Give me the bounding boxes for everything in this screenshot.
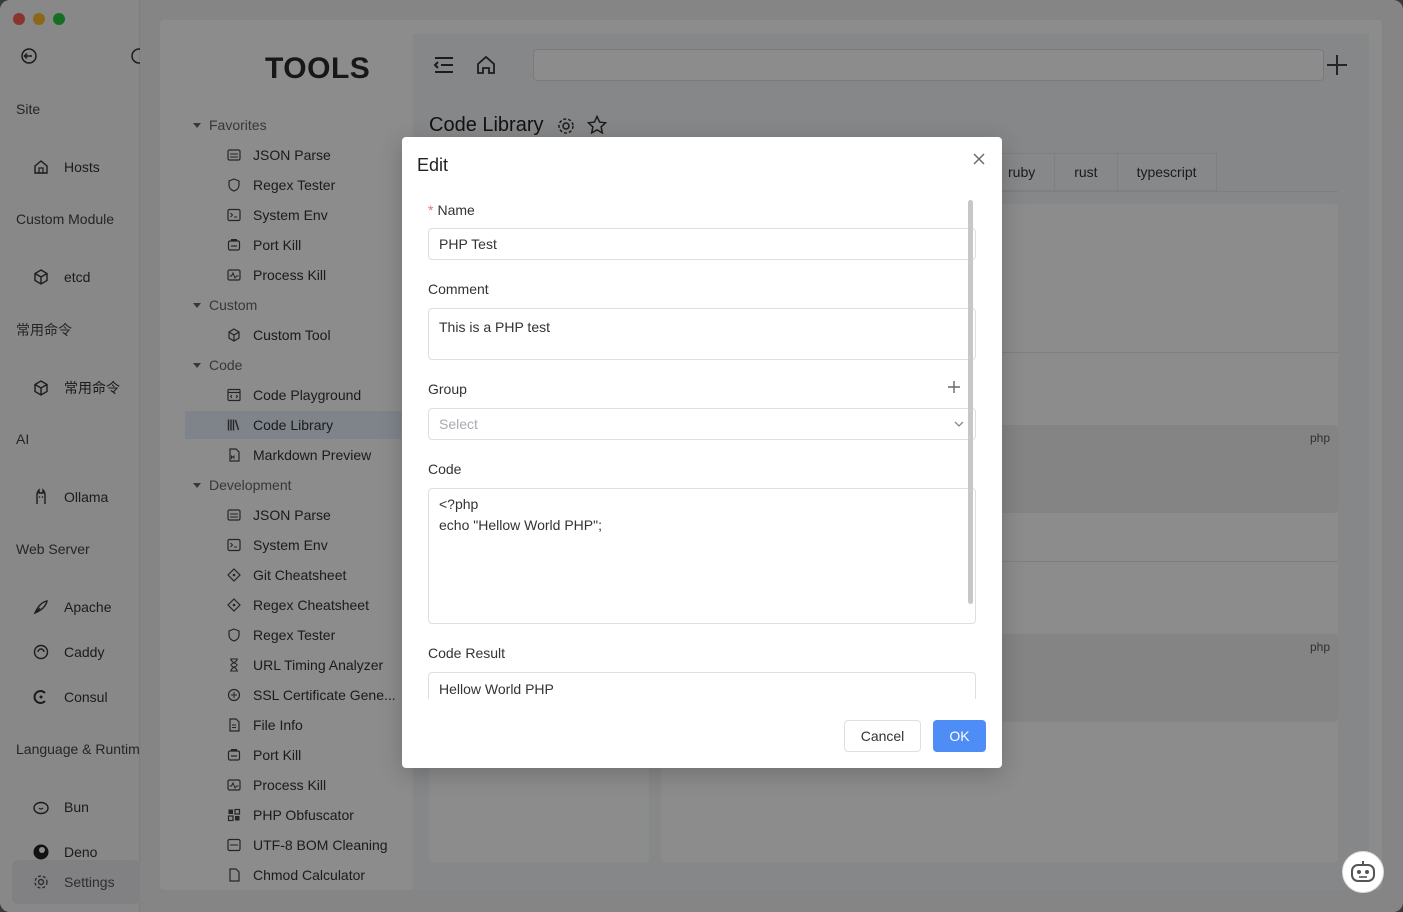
chevron-down-icon — [954, 421, 964, 427]
plus-icon[interactable] — [947, 380, 961, 394]
dialog-form: *Name Comment This is a PHP test Group S… — [428, 199, 976, 699]
comment-label: Comment — [428, 281, 489, 297]
code-result-label: Code Result — [428, 645, 506, 661]
select-placeholder: Select — [439, 416, 478, 432]
code-label: Code — [428, 461, 462, 477]
dialog-scrollbar[interactable] — [968, 200, 973, 604]
code-textarea[interactable]: <?php echo "Hellow World PHP"; — [428, 488, 976, 624]
edit-dialog: Edit *Name Comment This is a PHP test Gr… — [402, 137, 1002, 768]
robot-icon — [1351, 861, 1375, 882]
ok-button[interactable]: OK — [933, 720, 986, 752]
comment-textarea[interactable]: This is a PHP test — [428, 308, 976, 360]
close-icon[interactable] — [972, 152, 986, 166]
cancel-button[interactable]: Cancel — [844, 720, 921, 752]
group-select[interactable]: Select — [428, 408, 976, 440]
name-input[interactable] — [428, 228, 976, 260]
label-text: Name — [437, 202, 475, 218]
dialog-title: Edit — [417, 155, 449, 175]
assistant-button[interactable] — [1342, 851, 1384, 893]
name-label: * Name — [428, 202, 475, 218]
required-mark: * — [428, 202, 434, 218]
group-label: Group — [428, 381, 467, 397]
code-result-textarea[interactable]: Hellow World PHP — [428, 672, 976, 699]
